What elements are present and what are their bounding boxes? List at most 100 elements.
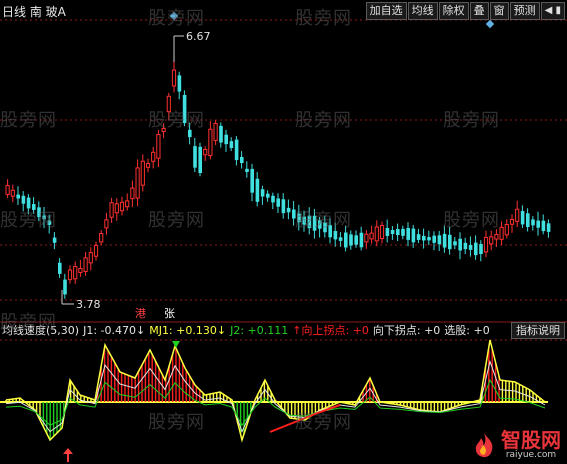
candle-body (536, 220, 540, 228)
candle-body (494, 234, 499, 240)
candle-body (229, 141, 234, 149)
candle-body (135, 167, 140, 199)
period-label: 日线 (2, 5, 27, 19)
candle-body (489, 236, 494, 245)
indicator-help-button[interactable]: 指标说明 (511, 322, 565, 339)
candle-body (442, 233, 447, 248)
flame-icon (475, 433, 493, 458)
candle-body (219, 125, 223, 143)
watermark: 股旁网 (295, 412, 352, 433)
moving-average-button[interactable]: 均线 (407, 2, 438, 20)
candle-body (396, 228, 400, 236)
up-signal-icon (63, 448, 73, 454)
indicator-down-point: 向下拐点: +0 (372, 324, 441, 337)
candle-body (125, 200, 130, 208)
high-price-label: 6.67 (186, 30, 211, 43)
candle-body (453, 241, 457, 246)
watermark: 股旁网 (295, 8, 352, 29)
indicator-line-j1 (5, 339, 546, 443)
candle-body (458, 238, 462, 251)
candle-body (338, 237, 343, 241)
candle-body (286, 207, 291, 213)
indicator-j1: J1: -0.470↓ (83, 324, 146, 337)
nav-arrows-icon[interactable]: ◀ ▮ (540, 2, 565, 20)
candle-body (369, 232, 374, 240)
watermark: 股旁网 (148, 8, 205, 29)
candle-body (364, 233, 369, 243)
candle-body (499, 226, 504, 240)
forecast-button[interactable]: 预测 (509, 2, 540, 20)
candle-body (78, 268, 83, 273)
candle-body (224, 134, 228, 145)
candle-body (250, 168, 254, 193)
candle-body (520, 211, 525, 225)
candle-body (401, 228, 405, 236)
candle-body (213, 123, 218, 141)
indicator-j2: J2: +0.111 (230, 324, 289, 337)
candle-body (374, 226, 379, 242)
toolbar: 加自选 均线 除权 叠 窗 预测 ◀ ▮ (365, 2, 565, 20)
candle-body (193, 146, 197, 168)
watermark: 股旁网 (295, 110, 352, 131)
candle-body (416, 234, 421, 240)
candle-body (390, 229, 395, 235)
low-price-label: 3.78 (76, 298, 101, 311)
overlay-button[interactable]: 叠 (469, 2, 489, 20)
watermark: 股旁网 (148, 110, 205, 131)
candle-body (255, 178, 260, 202)
candle-body (379, 225, 385, 239)
candle-body (104, 219, 109, 229)
watermark: 股旁网 (148, 412, 205, 433)
candle-body (63, 279, 67, 295)
event-diamond-icon (485, 19, 495, 29)
kline-chart[interactable] (0, 0, 567, 464)
candle-body (468, 244, 473, 250)
candle-body (52, 237, 57, 243)
candle-body (344, 232, 348, 248)
watermark: 股旁网 (148, 210, 205, 231)
watermark: 股旁网 (295, 210, 352, 231)
candle-body (427, 237, 431, 241)
ex-rights-button[interactable]: 除权 (438, 2, 469, 20)
candle-body (432, 235, 436, 243)
indicator-mj1: MJ1: +0.130↓ (149, 324, 227, 337)
candle-body (422, 235, 426, 241)
watermark: 股旁网 (443, 210, 500, 231)
candle-body (474, 242, 478, 256)
candle-body (198, 146, 202, 174)
candle-body (151, 151, 156, 162)
candle-body (411, 228, 416, 243)
candle-body (281, 199, 286, 214)
indicator-pick: 选股: +0 (444, 324, 490, 337)
candle-body (463, 242, 468, 250)
candle-body (333, 231, 338, 240)
tag-right: 张 (164, 307, 175, 320)
stock-name: 南 玻A (29, 5, 66, 19)
candle-body (385, 227, 390, 237)
candle-body (67, 269, 73, 281)
watermark: 股旁网 (443, 110, 500, 131)
candle-body (479, 243, 483, 255)
candle-body (5, 185, 10, 195)
candle-body (130, 187, 135, 200)
candle-body (145, 163, 151, 168)
candle-body (266, 193, 270, 198)
candle-body (140, 160, 145, 186)
candle-body (10, 189, 15, 197)
candle-body (406, 227, 410, 240)
candle-body (156, 134, 161, 159)
site-logo: 智股网 raiyue.com (470, 430, 561, 460)
candle-body (88, 252, 93, 264)
candle-body (203, 148, 208, 156)
candle-body (515, 208, 520, 222)
candle-body (271, 195, 275, 203)
add-favorite-button[interactable]: 加自选 (365, 2, 407, 20)
candle-body (359, 232, 364, 248)
window-button[interactable]: 窗 (489, 2, 509, 20)
indicator-bar: 均线速度(5,30) J1: -0.470↓ MJ1: +0.130↓ J2: +0.… (0, 323, 567, 339)
candle-body (234, 139, 239, 161)
down-signal-icon (172, 341, 180, 348)
candle-body (509, 219, 515, 225)
candle-body (448, 234, 452, 250)
logo-url: raiyue.com (505, 450, 557, 460)
